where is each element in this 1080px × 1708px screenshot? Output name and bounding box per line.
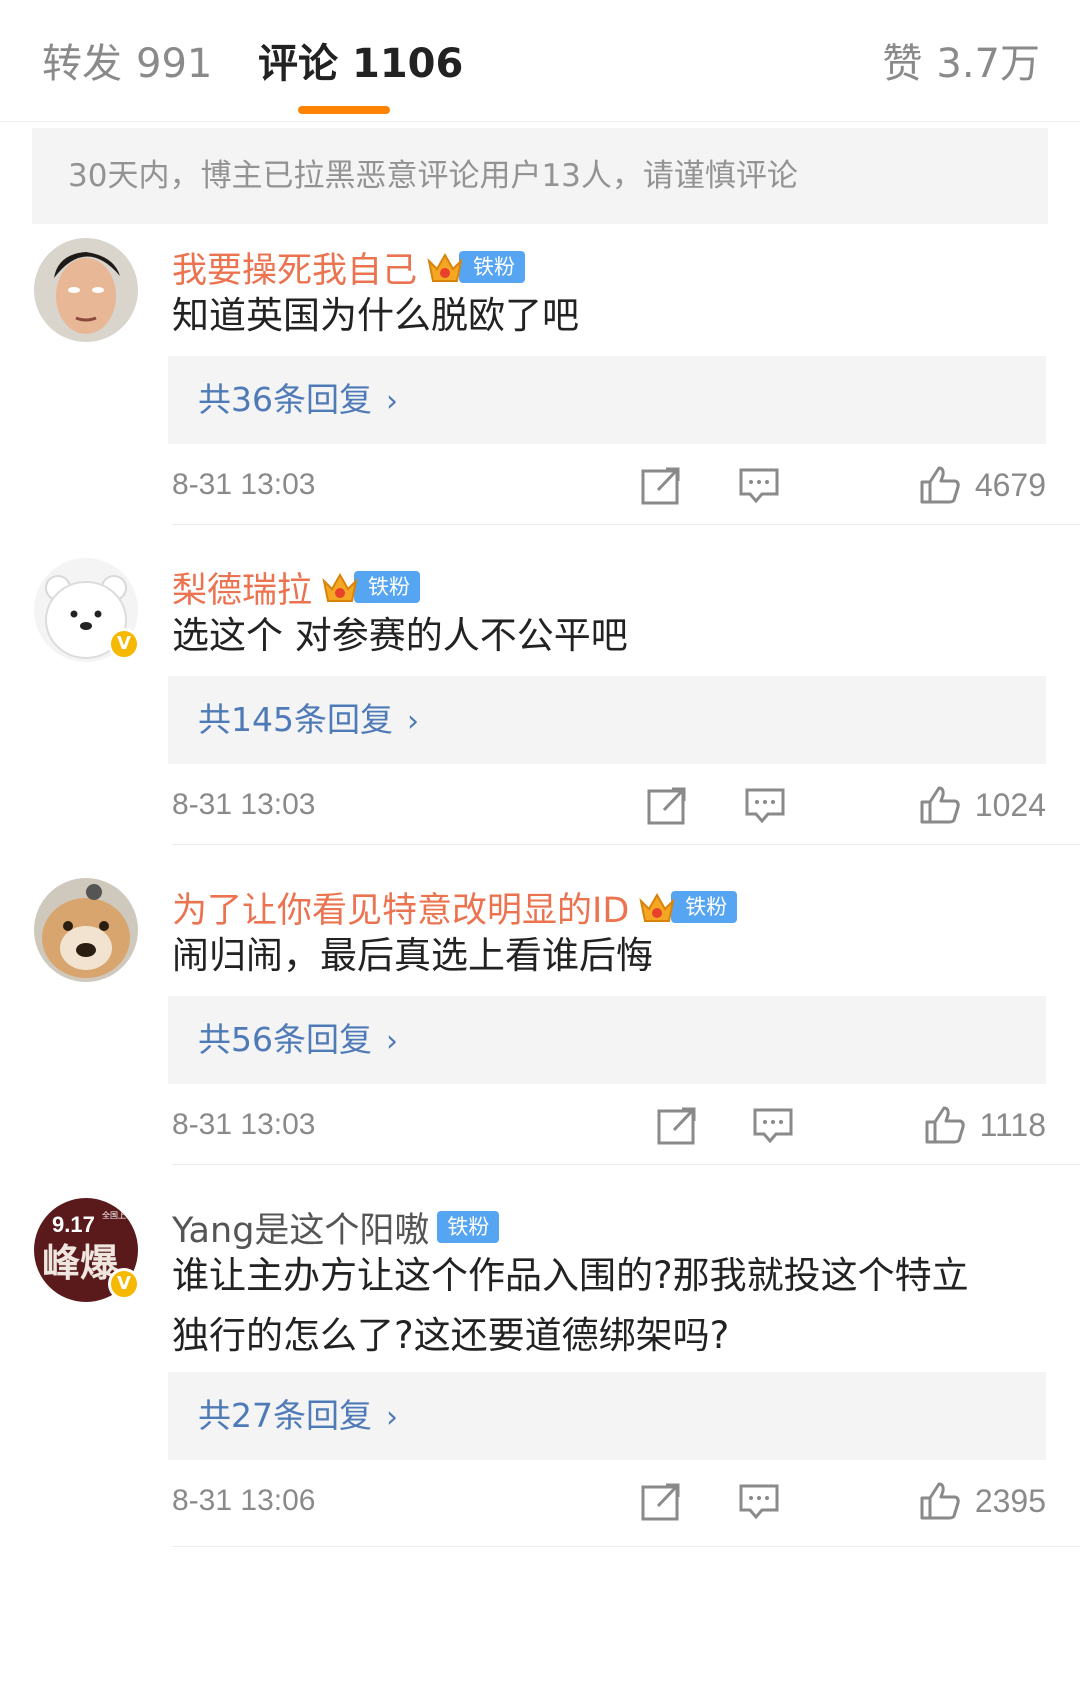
like-count: 4679	[974, 466, 1046, 503]
like-count: 1118	[979, 1106, 1046, 1143]
timestamp: 8-31 13:03	[172, 468, 316, 501]
user-row: Yang是这个阳嗷 铁粉	[172, 1202, 500, 1253]
like-button[interactable]: 1118	[924, 1100, 1046, 1150]
user-row: 为了让你看见特意改明显的ID 铁粉	[172, 882, 738, 933]
tab-like[interactable]: 赞 3.7万	[882, 38, 1040, 90]
avatar[interactable]	[34, 238, 138, 342]
like-button[interactable]: 1024	[919, 780, 1046, 830]
comment-content[interactable]: 知道英国为什么脱欧了吧	[172, 286, 1052, 346]
active-tab-indicator	[298, 106, 390, 114]
comment-content[interactable]: 选这个 对参赛的人不公平吧	[172, 606, 1052, 666]
reply-icon[interactable]	[738, 466, 780, 506]
thumbs-up-icon	[925, 1106, 965, 1144]
timestamp: 8-31 13:03	[172, 788, 316, 821]
divider	[172, 524, 1080, 525]
avatar-poster-title: 峰爆	[42, 1240, 119, 1285]
avatar-image	[34, 238, 138, 342]
replies-count: 共36条回复	[198, 380, 372, 419]
comment-content[interactable]: 谁让主办方让这个作品入围的?那我就投这个特立独行的怎么了?这还要道德绑架吗?	[172, 1246, 992, 1366]
username[interactable]: 梨德瑞拉	[172, 562, 312, 613]
fan-badge: 铁粉	[637, 889, 738, 925]
comment-meta: 8-31 13:03 4679	[172, 460, 1046, 510]
divider	[172, 1546, 1080, 1547]
chevron-right-icon: ›	[386, 1024, 398, 1059]
crown-icon	[322, 572, 358, 602]
chevron-right-icon: ›	[407, 704, 419, 739]
comment-meta: 8-31 13:06 2395	[172, 1476, 1046, 1526]
thumbs-up-icon	[920, 466, 960, 504]
reply-icon[interactable]	[738, 1482, 780, 1522]
replies-count: 共27条回复	[198, 1396, 372, 1435]
repost-icon[interactable]	[656, 1106, 698, 1146]
comment-meta: 8-31 13:03 1118	[172, 1100, 1046, 1150]
tab-comment-label: 评论	[258, 41, 338, 87]
comment-content[interactable]: 闹归闹，最后真选上看谁后悔	[172, 926, 1052, 986]
username[interactable]: Yang是这个阳嗷	[172, 1202, 429, 1253]
tab-like-count: 3.7万	[936, 41, 1040, 87]
replies-link[interactable]: 共27条回复 ›	[168, 1372, 1046, 1460]
avatar-poster-release: 全国上映	[102, 1210, 134, 1220]
repost-icon[interactable]	[640, 466, 682, 506]
like-button[interactable]: 4679	[919, 460, 1046, 510]
replies-count: 共145条回复	[198, 700, 393, 739]
thumbs-up-icon	[920, 1482, 960, 1520]
like-count: 2395	[974, 1482, 1046, 1519]
divider	[172, 1164, 1080, 1165]
crown-icon	[427, 252, 463, 282]
tab-comment[interactable]: 评论 1106	[258, 38, 463, 90]
reply-icon[interactable]	[744, 786, 786, 826]
username[interactable]: 我要操死我自己	[172, 242, 417, 293]
tab-comment-count: 1106	[352, 41, 464, 87]
replies-link[interactable]: 共56条回复 ›	[168, 996, 1046, 1084]
tab-forward-count: 991	[136, 41, 213, 87]
verified-badge-icon: V	[108, 1268, 140, 1300]
tab-like-label: 赞	[882, 41, 923, 87]
crown-icon	[639, 892, 675, 922]
fan-badge-label: 铁粉	[459, 251, 526, 283]
avatar-image	[34, 878, 138, 982]
fan-badge-label: 铁粉	[671, 891, 738, 923]
chevron-right-icon: ›	[386, 1400, 398, 1435]
like-button[interactable]: 2395	[919, 1476, 1046, 1526]
fan-badge: 铁粉	[437, 1209, 500, 1245]
tab-forward[interactable]: 转发 991	[42, 38, 212, 90]
avatar-poster-date: 9.17	[52, 1212, 95, 1237]
fan-badge-label: 铁粉	[437, 1211, 500, 1243]
thumbs-up-icon	[920, 786, 960, 824]
avatar[interactable]: V	[34, 558, 140, 662]
fan-badge: 铁粉	[425, 249, 526, 285]
avatar[interactable]: 9.17 全国上映 峰爆 V	[34, 1198, 140, 1302]
username[interactable]: 为了让你看见特意改明显的ID	[172, 882, 629, 933]
divider	[172, 844, 1080, 845]
repost-icon[interactable]	[640, 1482, 682, 1522]
fan-badge: 铁粉	[320, 569, 421, 605]
replies-link[interactable]: 共145条回复 ›	[168, 676, 1046, 764]
user-row: 梨德瑞拉 铁粉	[172, 562, 421, 613]
tab-bar: 转发 991 评论 1106 赞 3.7万	[0, 0, 1080, 122]
timestamp: 8-31 13:03	[172, 1108, 316, 1141]
tab-forward-label: 转发	[42, 41, 122, 87]
comment-meta: 8-31 13:03 1024	[172, 780, 1046, 830]
replies-link[interactable]: 共36条回复 ›	[168, 356, 1046, 444]
comment-notice: 30天内，博主已拉黑恶意评论用户13人，请谨慎评论	[32, 128, 1048, 224]
user-row: 我要操死我自己 铁粉	[172, 242, 526, 293]
fan-badge-label: 铁粉	[354, 571, 421, 603]
verified-badge-icon: V	[108, 628, 140, 660]
timestamp: 8-31 13:06	[172, 1484, 316, 1517]
avatar[interactable]	[34, 878, 138, 982]
replies-count: 共56条回复	[198, 1020, 372, 1059]
repost-icon[interactable]	[646, 786, 688, 826]
like-count: 1024	[974, 786, 1046, 823]
chevron-right-icon: ›	[386, 384, 398, 419]
reply-icon[interactable]	[752, 1106, 794, 1146]
